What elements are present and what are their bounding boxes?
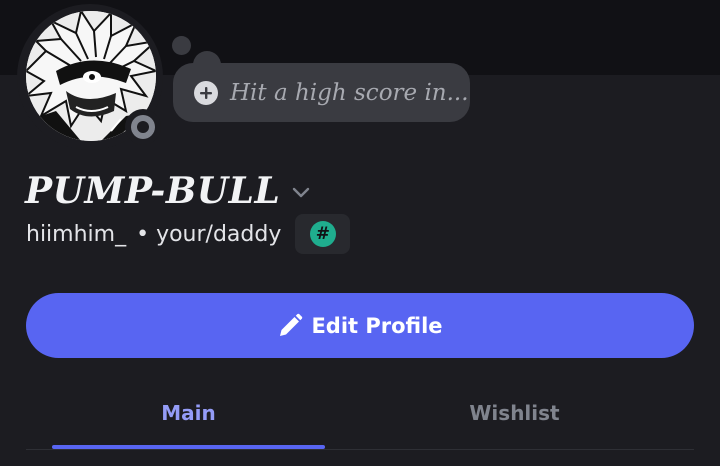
profile-tabs: Main Wishlist <box>26 385 694 451</box>
username: hiimhim_ <box>26 221 127 247</box>
pronouns: your/daddy <box>156 221 282 247</box>
chevron-down-icon[interactable] <box>292 187 310 199</box>
tab-wishlist[interactable]: Wishlist <box>378 385 651 441</box>
pencil-icon <box>280 313 303 336</box>
separator-dot: • <box>136 221 150 247</box>
user-info-row: hiimhim_ • your/daddy # <box>26 214 351 254</box>
custom-status-text: Hit a high score in... <box>230 79 469 106</box>
tab-main[interactable]: Main <box>52 385 325 441</box>
hashtag-badge[interactable]: # <box>295 214 351 254</box>
thought-bubble-dot-small <box>172 36 191 55</box>
edit-profile-button[interactable]: Edit Profile <box>26 293 694 358</box>
offline-status-icon <box>131 115 155 139</box>
hashtag-icon: # <box>309 221 336 247</box>
tabs-divider <box>26 449 694 450</box>
edit-profile-label: Edit Profile <box>311 313 443 338</box>
add-status-icon <box>194 80 218 105</box>
custom-status-bubble[interactable]: Hit a high score in... <box>173 63 470 122</box>
display-name-row[interactable]: PUMP-BULL <box>25 170 310 212</box>
display-name: PUMP-BULL <box>25 170 281 212</box>
